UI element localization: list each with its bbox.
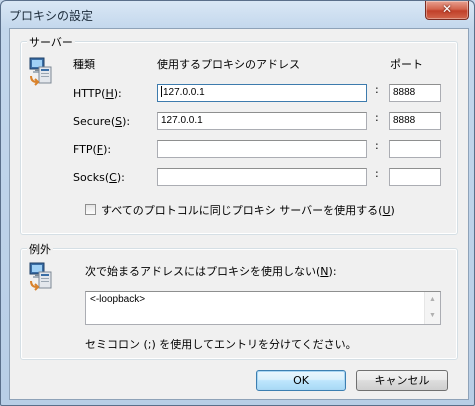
ftp-address-input[interactable] [157, 140, 367, 158]
socks-colon: : [375, 167, 379, 180]
exceptions-scrollbar[interactable]: ▲ ▼ [424, 292, 440, 324]
cancel-button[interactable]: キャンセル [356, 370, 448, 391]
close-icon: ✕ [441, 2, 453, 16]
servers-group: サーバー 種類 使用するプロキシのアドレス ポート HTTP(H): 127.0… [20, 34, 458, 235]
exceptions-value: <-loopback> [90, 294, 146, 305]
ftp-colon: : [375, 139, 379, 152]
http-address-input[interactable]: 127.0.0.1 [157, 84, 367, 102]
title-bar[interactable]: プロキシの設定 ✕ [1, 1, 474, 27]
column-header-address: 使用するプロキシのアドレス [157, 58, 300, 71]
same-proxy-label[interactable]: すべてのプロトコルに同じプロキシ サーバーを使用する(U) [101, 202, 395, 218]
secure-address-input[interactable]: 127.0.0.1 [157, 112, 367, 130]
ftp-port-input[interactable] [389, 140, 441, 158]
http-port-input[interactable]: 8888 [389, 84, 441, 102]
column-header-port: ポート [390, 58, 423, 71]
dialog-client-area: サーバー 種類 使用するプロキシのアドレス ポート HTTP(H): 127.0… [9, 28, 469, 400]
http-label: HTTP(H): [73, 87, 122, 100]
exceptions-textarea[interactable]: <-loopback> ▲ ▼ [85, 291, 441, 325]
proxy-settings-window: プロキシの設定 ✕ サーバー 種類 使用するプロキシのアドレス ポート HTTP… [0, 0, 475, 406]
exceptions-group-title: 例外 [27, 241, 53, 257]
secure-label: Secure(S): [73, 115, 131, 128]
http-colon: : [375, 83, 379, 96]
column-header-type: 種類 [73, 58, 95, 71]
secure-colon: : [375, 111, 379, 124]
exceptions-group: 例外 次で始まるアドレスにはプロキシを使用しない(N): <-loopback>… [20, 241, 458, 360]
exceptions-hint: セミコロン (;) を使用してエントリを分けてください。 [85, 338, 357, 351]
socks-address-input[interactable] [157, 168, 367, 186]
scroll-down-icon[interactable]: ▼ [425, 308, 440, 324]
window-title: プロキシの設定 [9, 9, 94, 23]
close-button[interactable]: ✕ [425, 1, 469, 20]
network-computers-icon [29, 262, 52, 291]
socks-port-input[interactable] [389, 168, 441, 186]
secure-port-input[interactable]: 8888 [389, 112, 441, 130]
exceptions-prompt: 次で始まるアドレスにはプロキシを使用しない(N): [85, 265, 337, 278]
socks-label: Socks(C): [73, 171, 125, 184]
ok-button[interactable]: OK [256, 370, 346, 391]
servers-group-title: サーバー [27, 34, 75, 50]
ftp-label: FTP(F): [73, 143, 112, 156]
scroll-up-icon[interactable]: ▲ [425, 292, 440, 308]
same-proxy-checkbox[interactable] [85, 204, 96, 215]
network-computers-icon [29, 57, 52, 86]
